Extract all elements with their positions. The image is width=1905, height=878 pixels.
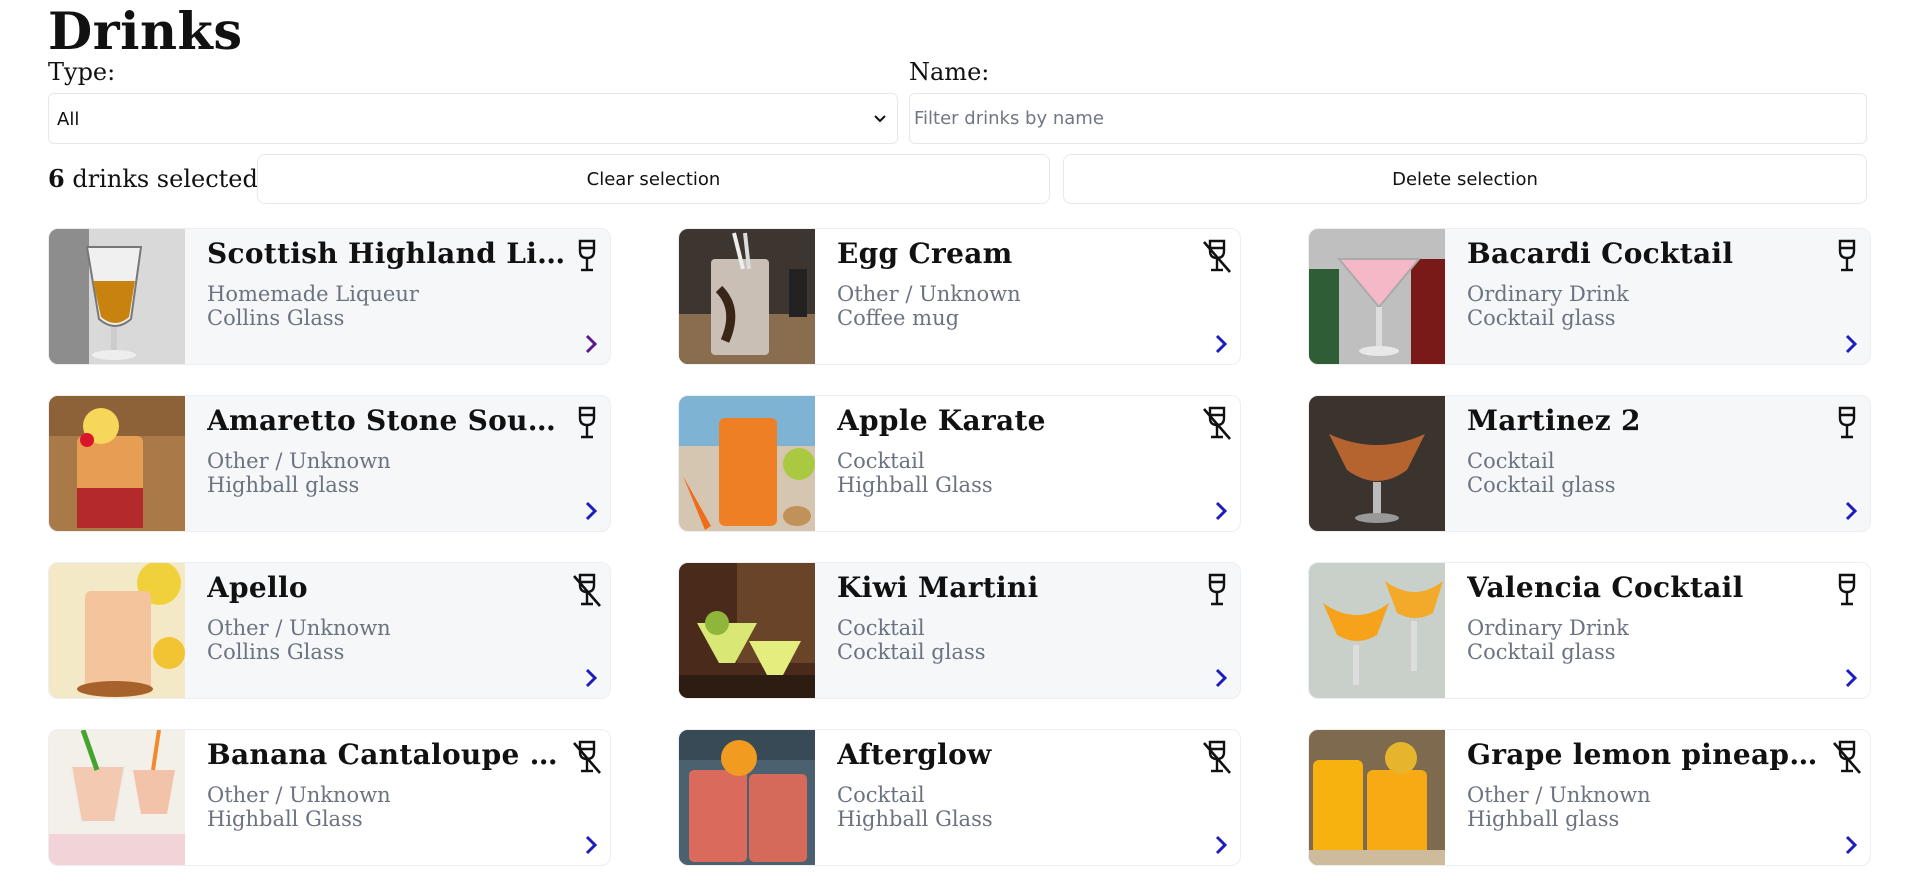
alcoholic-glass-icon <box>1838 573 1856 606</box>
drink-card[interactable]: Scottish Highland Liqueur Homemade Liqueu… <box>48 228 611 365</box>
drink-thumbnail <box>679 396 815 531</box>
drink-card[interactable]: Banana Cantaloupe Smoothie Other / Unknow… <box>48 729 611 866</box>
drink-name: Egg Cream <box>837 237 1013 270</box>
chevron-right-icon[interactable] <box>584 834 598 856</box>
drink-thumbnail <box>1309 563 1445 698</box>
chevron-right-icon[interactable] <box>584 500 598 522</box>
non-alcoholic-glass-icon <box>1203 239 1231 273</box>
clear-selection-button[interactable]: Clear selection <box>257 154 1050 204</box>
alcoholic-glass-icon <box>1838 406 1856 439</box>
drink-card[interactable]: Amaretto Stone Sour Alternative Other / U… <box>48 395 611 532</box>
name-filter-label: Name: <box>909 58 990 86</box>
drink-card[interactable]: Bacardi Cocktail Ordinary Drink Cocktail g… <box>1308 228 1871 365</box>
chevron-right-icon[interactable] <box>1214 500 1228 522</box>
drink-thumbnail <box>679 563 815 698</box>
drink-card[interactable]: Grape lemon pineapple Smoothie Other / Un… <box>1308 729 1871 866</box>
selection-count-number: 6 <box>48 164 65 193</box>
drink-category: Ordinary Drink <box>1467 616 1629 640</box>
drink-card[interactable]: Kiwi Martini Cocktail Cocktail glass <box>678 562 1241 699</box>
drink-glass: Highball glass <box>1467 807 1620 831</box>
page-title: Drinks <box>48 2 243 62</box>
delete-selection-button[interactable]: Delete selection <box>1063 154 1867 204</box>
drinks-grid: Scottish Highland Liqueur Homemade Liqueu… <box>48 228 1873 866</box>
drink-card[interactable]: Apple Karate Cocktail Highball Glass <box>678 395 1241 532</box>
non-alcoholic-glass-icon <box>1833 740 1861 774</box>
drink-thumbnail <box>1309 730 1445 865</box>
chevron-down-icon <box>874 115 886 123</box>
drink-name: Amaretto Stone Sour Alternative <box>207 404 567 437</box>
drink-name: Valencia Cocktail <box>1467 571 1744 604</box>
non-alcoholic-glass-icon <box>1203 406 1231 440</box>
type-filter-label: Type: <box>48 58 116 86</box>
drink-name: Afterglow <box>837 738 992 771</box>
drink-category: Cocktail <box>1467 449 1555 473</box>
drink-glass: Cocktail glass <box>1467 473 1616 497</box>
chevron-right-icon[interactable] <box>584 667 598 689</box>
non-alcoholic-glass-icon <box>573 740 601 774</box>
drink-name: Martinez 2 <box>1467 404 1641 437</box>
drink-thumbnail <box>49 229 185 364</box>
drink-thumbnail <box>49 730 185 865</box>
drink-category: Other / Unknown <box>207 449 391 473</box>
drink-category: Cocktail <box>837 783 925 807</box>
selection-count-label: drinks selected <box>72 165 258 193</box>
drink-category: Cocktail <box>837 616 925 640</box>
drink-card[interactable]: Apello Other / Unknown Collins Glass <box>48 562 611 699</box>
drink-category: Other / Unknown <box>1467 783 1651 807</box>
non-alcoholic-glass-icon <box>573 573 601 607</box>
drink-thumbnail <box>49 563 185 698</box>
drink-thumbnail <box>49 396 185 531</box>
alcoholic-glass-icon <box>578 406 596 439</box>
drink-glass: Highball Glass <box>207 807 363 831</box>
drink-glass: Highball glass <box>207 473 360 497</box>
drink-thumbnail <box>1309 229 1445 364</box>
drink-glass: Highball Glass <box>837 473 993 497</box>
drink-glass: Highball Glass <box>837 807 993 831</box>
chevron-right-icon[interactable] <box>1844 834 1858 856</box>
drink-name: Kiwi Martini <box>837 571 1039 604</box>
drink-card[interactable]: Afterglow Cocktail Highball Glass <box>678 729 1241 866</box>
drink-glass: Cocktail glass <box>1467 306 1616 330</box>
drink-category: Homemade Liqueur <box>207 282 419 306</box>
chevron-right-icon[interactable] <box>1214 834 1228 856</box>
drink-category: Cocktail <box>837 449 925 473</box>
drink-name: Banana Cantaloupe Smoothie <box>207 738 567 771</box>
drink-name: Bacardi Cocktail <box>1467 237 1734 270</box>
drink-category: Other / Unknown <box>207 783 391 807</box>
drink-name: Apello <box>207 571 308 604</box>
drink-glass: Collins Glass <box>207 640 345 664</box>
drink-category: Ordinary Drink <box>1467 282 1629 306</box>
drink-name: Scottish Highland Liqueur <box>207 237 567 270</box>
chevron-right-icon[interactable] <box>584 333 598 355</box>
alcoholic-glass-icon <box>578 239 596 272</box>
chevron-right-icon[interactable] <box>1214 667 1228 689</box>
alcoholic-glass-icon <box>1838 239 1856 272</box>
drink-card[interactable]: Valencia Cocktail Ordinary Drink Cocktail … <box>1308 562 1871 699</box>
chevron-right-icon[interactable] <box>1844 333 1858 355</box>
non-alcoholic-glass-icon <box>1203 740 1231 774</box>
type-select[interactable]: All <box>48 93 898 144</box>
chevron-right-icon[interactable] <box>1844 667 1858 689</box>
drink-name: Grape lemon pineapple Smoothie <box>1467 738 1827 771</box>
name-filter-input[interactable] <box>909 93 1867 144</box>
drink-glass: Coffee mug <box>837 306 960 330</box>
drink-name: Apple Karate <box>837 404 1046 437</box>
alcoholic-glass-icon <box>1208 573 1226 606</box>
drink-thumbnail <box>679 229 815 364</box>
drink-category: Other / Unknown <box>207 616 391 640</box>
drink-thumbnail <box>1309 396 1445 531</box>
drink-category: Other / Unknown <box>837 282 1021 306</box>
drink-glass: Cocktail glass <box>1467 640 1616 664</box>
drink-card[interactable]: Martinez 2 Cocktail Cocktail glass <box>1308 395 1871 532</box>
chevron-right-icon[interactable] <box>1214 333 1228 355</box>
type-select-value: All <box>57 109 80 130</box>
drink-thumbnail <box>679 730 815 865</box>
drink-glass: Collins Glass <box>207 306 345 330</box>
drink-glass: Cocktail glass <box>837 640 986 664</box>
chevron-right-icon[interactable] <box>1844 500 1858 522</box>
drink-card[interactable]: Egg Cream Other / Unknown Coffee mug <box>678 228 1241 365</box>
selection-count: 6 drinks selected <box>48 164 258 193</box>
